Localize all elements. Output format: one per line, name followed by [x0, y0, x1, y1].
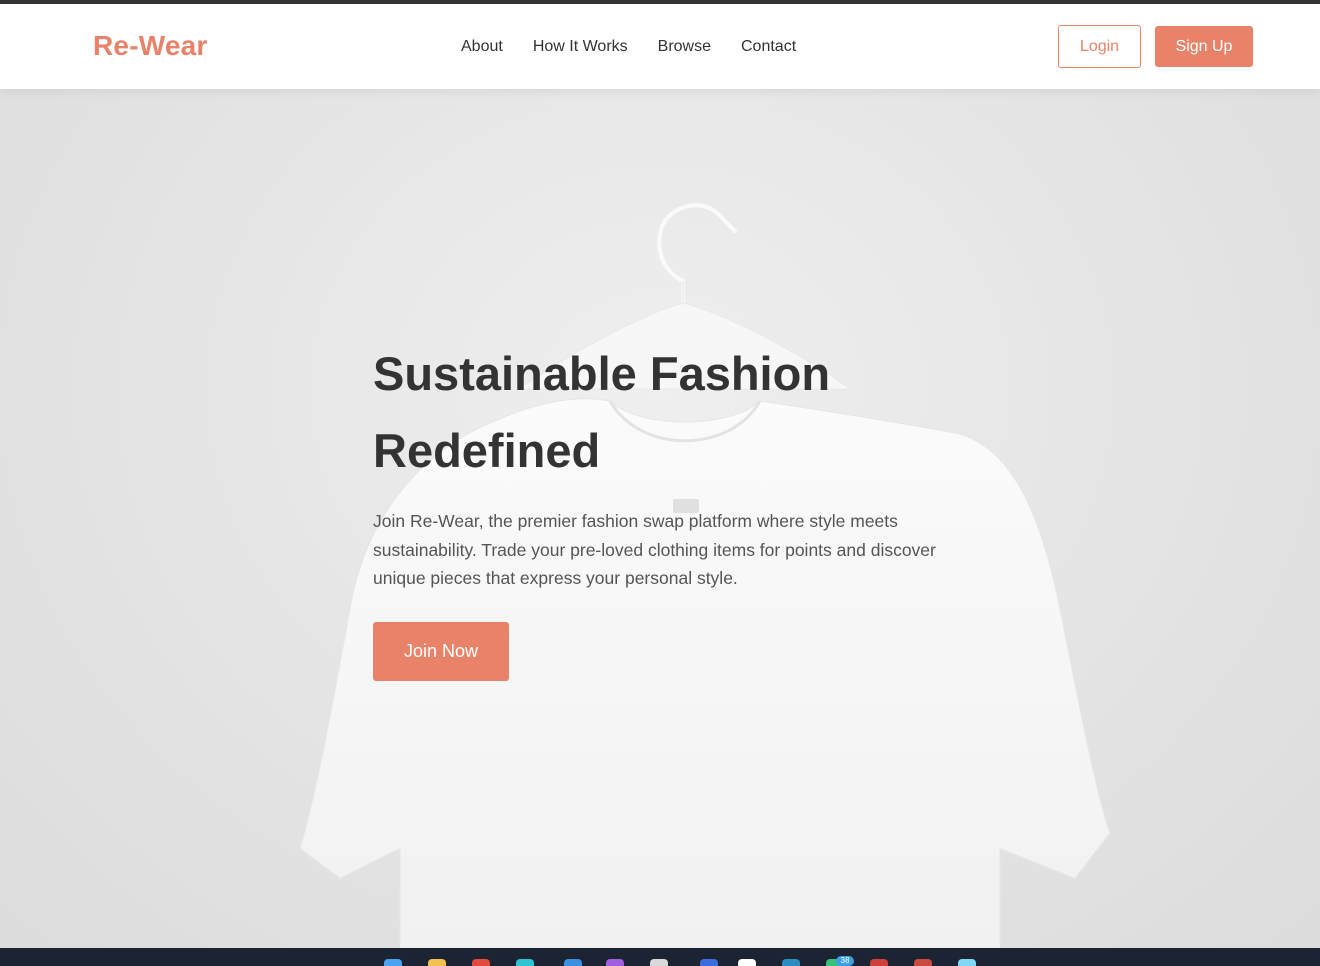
- nav-link-browse[interactable]: Browse: [658, 38, 711, 56]
- hero-section: Sustainable Fashion Redefined Join Re-We…: [0, 89, 1320, 948]
- app-icon[interactable]: [738, 959, 756, 966]
- nav-link-about[interactable]: About: [461, 38, 503, 56]
- nav-links: About How It Works Browse Contact: [461, 38, 796, 56]
- navbar: Re-Wear About How It Works Browse Contac…: [0, 4, 1320, 89]
- login-button[interactable]: Login: [1058, 25, 1141, 68]
- app-icon[interactable]: [700, 959, 718, 966]
- nav-link-how-it-works[interactable]: How It Works: [533, 38, 628, 56]
- app-icon[interactable]: [958, 959, 976, 966]
- edge-icon[interactable]: [516, 959, 534, 966]
- vscode-icon[interactable]: [564, 959, 582, 966]
- hero-title-line1: Sustainable Fashion: [373, 347, 831, 400]
- notification-badge: 38: [836, 956, 854, 966]
- app-icon[interactable]: [914, 959, 932, 966]
- settings-icon[interactable]: [650, 959, 668, 966]
- app-icon[interactable]: [870, 959, 888, 966]
- folder-icon[interactable]: [428, 959, 446, 966]
- app-icon[interactable]: [782, 959, 800, 966]
- join-now-button[interactable]: Join Now: [373, 622, 509, 681]
- hero-title: Sustainable Fashion Redefined: [373, 335, 993, 489]
- hero-title-line2: Redefined: [373, 424, 601, 477]
- app-icon[interactable]: [606, 959, 624, 966]
- signup-button[interactable]: Sign Up: [1155, 26, 1253, 67]
- chrome-icon[interactable]: [472, 959, 490, 966]
- hero-description: Join Re-Wear, the premier fashion swap p…: [373, 511, 936, 588]
- nav-link-contact[interactable]: Contact: [741, 38, 796, 56]
- windows-icon[interactable]: [384, 959, 402, 966]
- brand-logo[interactable]: Re-Wear: [93, 30, 207, 62]
- os-taskbar: 38: [0, 948, 1320, 966]
